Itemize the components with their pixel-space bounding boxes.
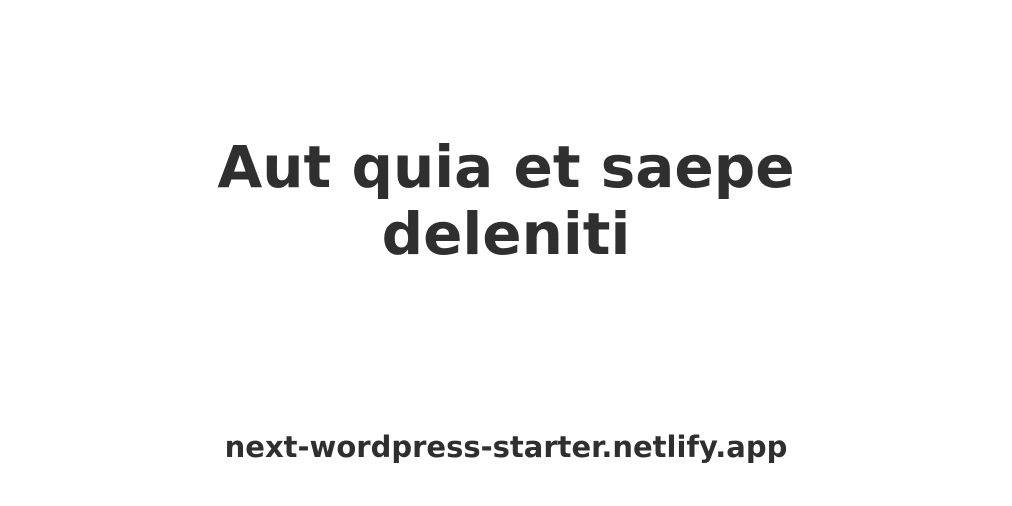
og-image-card: Aut quia et saepe deleniti next-wordpres… (0, 0, 1012, 506)
site-url: next-wordpress-starter.netlify.app (224, 430, 788, 464)
post-title-line-2: deleniti (381, 200, 631, 268)
post-title-line-1: Aut quia et saepe (217, 133, 795, 201)
post-title: Aut quia et saepe deleniti (0, 134, 1012, 268)
